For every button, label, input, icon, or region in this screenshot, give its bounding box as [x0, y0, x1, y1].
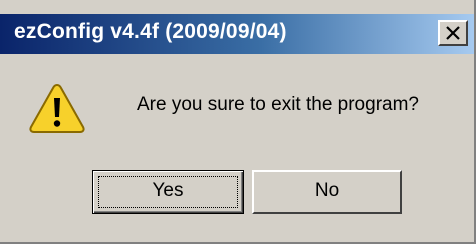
window-title: ezConfig v4.4f (2009/09/04): [14, 20, 287, 43]
close-icon: [446, 26, 460, 40]
title-bar[interactable]: ezConfig v4.4f (2009/09/04): [0, 14, 474, 54]
warning-icon: [29, 83, 85, 133]
no-button-label: No: [314, 180, 340, 201]
no-button[interactable]: No: [252, 170, 402, 214]
yes-button-label: Yes: [152, 180, 184, 201]
close-button[interactable]: [438, 20, 468, 46]
exit-confirm-dialog: ezConfig v4.4f (2009/09/04) Are you sure…: [0, 0, 476, 244]
yes-button[interactable]: Yes: [92, 170, 244, 214]
confirmation-message: Are you sure to exit the program?: [137, 94, 419, 115]
